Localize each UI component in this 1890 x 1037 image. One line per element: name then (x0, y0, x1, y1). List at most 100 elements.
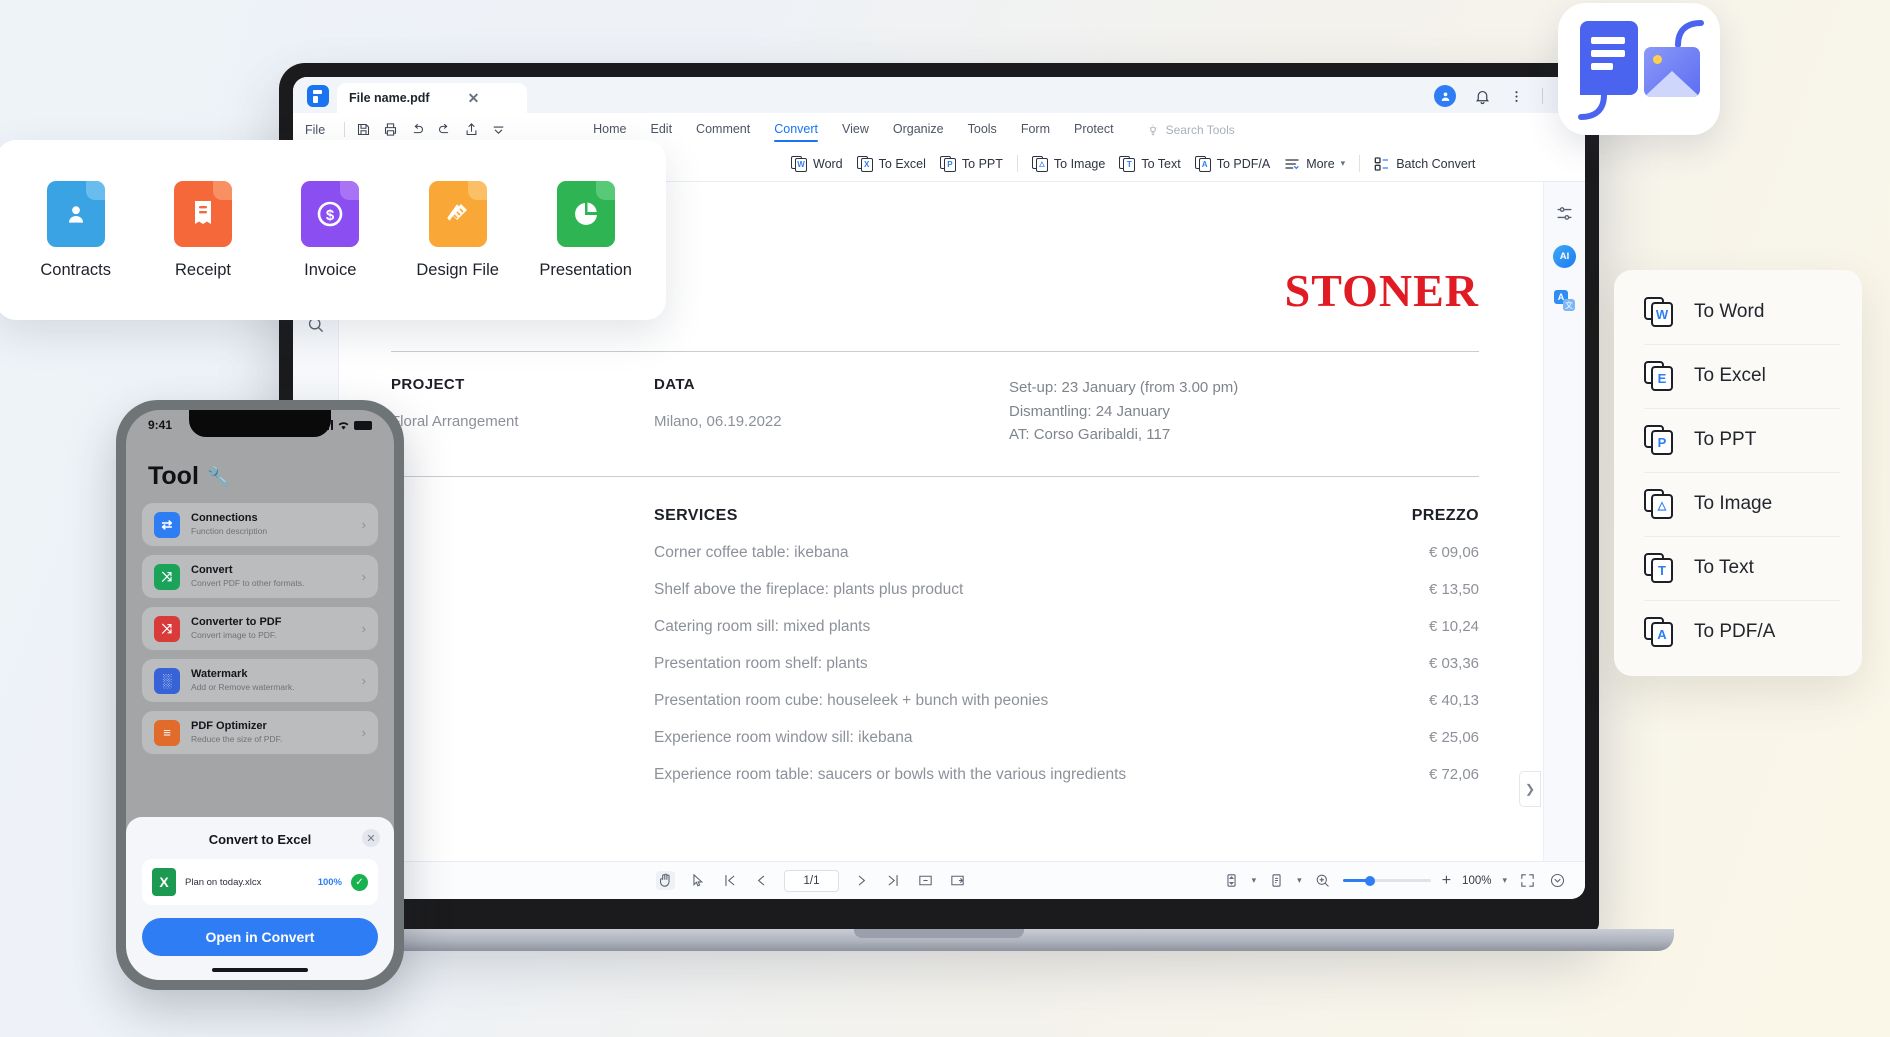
file-type-invoice[interactable]: $ Invoice (285, 180, 376, 280)
project-value: Floral Arrangement (391, 413, 519, 430)
ai-assistant-icon[interactable]: AI (1553, 245, 1576, 268)
to-word-label: Word (813, 156, 843, 171)
file-type-design[interactable]: Design File (412, 180, 503, 280)
excel-file-icon: X (152, 868, 176, 896)
service-name: Presentation room shelf: plants (654, 655, 868, 673)
menu-item-to-text[interactable]: T To Text (1614, 536, 1862, 600)
service-price: € 10,24 (1428, 618, 1479, 636)
zoom-plus-button[interactable]: + (1442, 872, 1451, 890)
fit-width-icon[interactable] (948, 871, 967, 890)
to-ppt-icon: P (1644, 425, 1674, 455)
service-price: € 72,06 (1428, 766, 1479, 784)
fit-page-icon[interactable] (916, 871, 935, 890)
save-icon[interactable] (355, 121, 372, 138)
last-page-icon[interactable] (884, 871, 903, 890)
file-menu[interactable]: File (305, 123, 334, 137)
user-avatar-icon[interactable] (1434, 85, 1456, 107)
undo-icon[interactable] (409, 121, 426, 138)
wifi-icon (338, 421, 349, 430)
list-item[interactable]: ≡ PDF Optimizer Reduce the size of PDF. › (142, 711, 378, 754)
file-name: Plan on today.xlcx (185, 876, 262, 888)
list-item[interactable]: ⇄ Connections Function description › (142, 503, 378, 546)
collapse-panel-button[interactable]: ❯ (1519, 771, 1541, 807)
open-in-convert-button[interactable]: Open in Convert (142, 918, 378, 956)
list-item-title: PDF Optimizer (191, 720, 267, 733)
translate-icon[interactable]: A 文 (1554, 290, 1575, 311)
next-page-icon[interactable] (852, 871, 871, 890)
print-icon[interactable] (382, 121, 399, 138)
tab-home[interactable]: Home (593, 122, 626, 138)
page-number-input[interactable]: 1/1 (784, 869, 839, 892)
sliders-icon[interactable] (1555, 204, 1574, 223)
hand-tool-icon[interactable] (656, 871, 675, 890)
to-text-button[interactable]: T To Text (1119, 155, 1181, 172)
zoom-value: 100% (1462, 874, 1492, 887)
service-name: Experience room window sill: ikebana (654, 729, 913, 747)
notification-bell-icon[interactable] (1474, 88, 1491, 105)
list-item-subtitle: Convert PDF to other formats. (191, 577, 305, 588)
tab-comment[interactable]: Comment (696, 122, 750, 138)
chevron-down-icon[interactable]: ▾ (1252, 875, 1257, 886)
pdf-optimizer-icon: ≡ (154, 719, 180, 746)
menu-item-to-ppt[interactable]: P To PPT (1614, 408, 1862, 472)
chevron-down-icon[interactable]: ▾ (1297, 875, 1302, 886)
document-tab[interactable]: File name.pdf ✕ (337, 83, 527, 113)
list-item[interactable]: ⤨ Convert Convert PDF to other formats. › (142, 555, 378, 598)
list-item[interactable]: ░ Watermark Add or Remove watermark. › (142, 659, 378, 702)
menu-item-to-word[interactable]: W To Word (1614, 280, 1862, 344)
service-price: € 25,06 (1428, 729, 1479, 747)
tab-view[interactable]: View (842, 122, 869, 138)
select-tool-icon[interactable] (688, 871, 707, 890)
menu-item-to-excel[interactable]: E To Excel (1614, 344, 1862, 408)
menu-item-label: To Word (1694, 301, 1765, 322)
tab-convert[interactable]: Convert (774, 122, 818, 142)
to-pdfa-button[interactable]: A To PDF/A (1194, 155, 1270, 172)
top-floating-logo (1558, 3, 1720, 135)
file-type-presentation[interactable]: Presentation (539, 180, 632, 280)
chevron-right-icon: › (361, 725, 366, 740)
share-icon[interactable] (463, 121, 480, 138)
tab-tools[interactable]: Tools (968, 122, 997, 138)
arrow-curve-top-icon (1675, 20, 1704, 48)
table-row: Presentation room cube: houseleek + bunc… (391, 692, 1479, 710)
close-icon[interactable]: ✕ (468, 90, 480, 107)
service-price: € 40,13 (1428, 692, 1479, 710)
redo-icon[interactable] (436, 121, 453, 138)
to-ppt-button[interactable]: P To PPT (939, 155, 1003, 172)
tab-organize[interactable]: Organize (893, 122, 944, 138)
to-word-button[interactable]: W Word (791, 155, 843, 172)
more-button[interactable]: More ▾ (1284, 156, 1345, 172)
close-icon[interactable]: ✕ (362, 829, 380, 847)
help-icon[interactable] (1548, 871, 1567, 890)
zoom-in-icon[interactable] (1313, 871, 1332, 890)
schedule-dismantling: Dismantling: 24 January (1009, 402, 1170, 420)
phone-mockup: 9:41 Tool 🔧 ⇄ Connections Function descri… (116, 400, 404, 990)
previous-page-icon[interactable] (752, 871, 771, 890)
list-item[interactable]: ⤨ Converter to PDF Convert image to PDF. … (142, 607, 378, 650)
scroll-mode-icon[interactable] (1222, 871, 1241, 890)
home-indicator (212, 968, 308, 972)
first-page-icon[interactable] (720, 871, 739, 890)
table-row: Corner coffee table: ikebana € 09,06 (391, 544, 1479, 562)
dropdown-icon[interactable] (490, 121, 507, 138)
tab-form[interactable]: Form (1021, 122, 1050, 138)
service-name: Corner coffee table: ikebana (654, 544, 849, 562)
more-vertical-icon[interactable] (1509, 89, 1524, 104)
to-image-button[interactable]: △ To Image (1031, 155, 1105, 172)
to-excel-button[interactable]: X To Excel (856, 155, 926, 172)
file-type-receipt[interactable]: Receipt (157, 180, 248, 280)
to-image-icon: △ (1644, 489, 1674, 519)
zoom-slider[interactable] (1342, 875, 1431, 886)
fullscreen-icon[interactable] (1518, 871, 1537, 890)
page-layout-icon[interactable] (1267, 871, 1286, 890)
menu-item-to-image[interactable]: △ To Image (1614, 472, 1862, 536)
menu-item-to-pdfa[interactable]: A To PDF/A (1614, 600, 1862, 664)
tab-protect[interactable]: Protect (1074, 122, 1114, 138)
tab-edit[interactable]: Edit (651, 122, 673, 138)
search-tools-input[interactable]: Search Tools (1146, 123, 1235, 137)
batch-convert-button[interactable]: Batch Convert (1374, 156, 1475, 172)
to-text-icon: T (1119, 155, 1136, 172)
chevron-down-icon[interactable]: ▾ (1502, 875, 1507, 886)
table-row: Experience room table: saucers or bowls … (391, 766, 1479, 784)
file-type-contracts[interactable]: Contracts (30, 180, 121, 280)
